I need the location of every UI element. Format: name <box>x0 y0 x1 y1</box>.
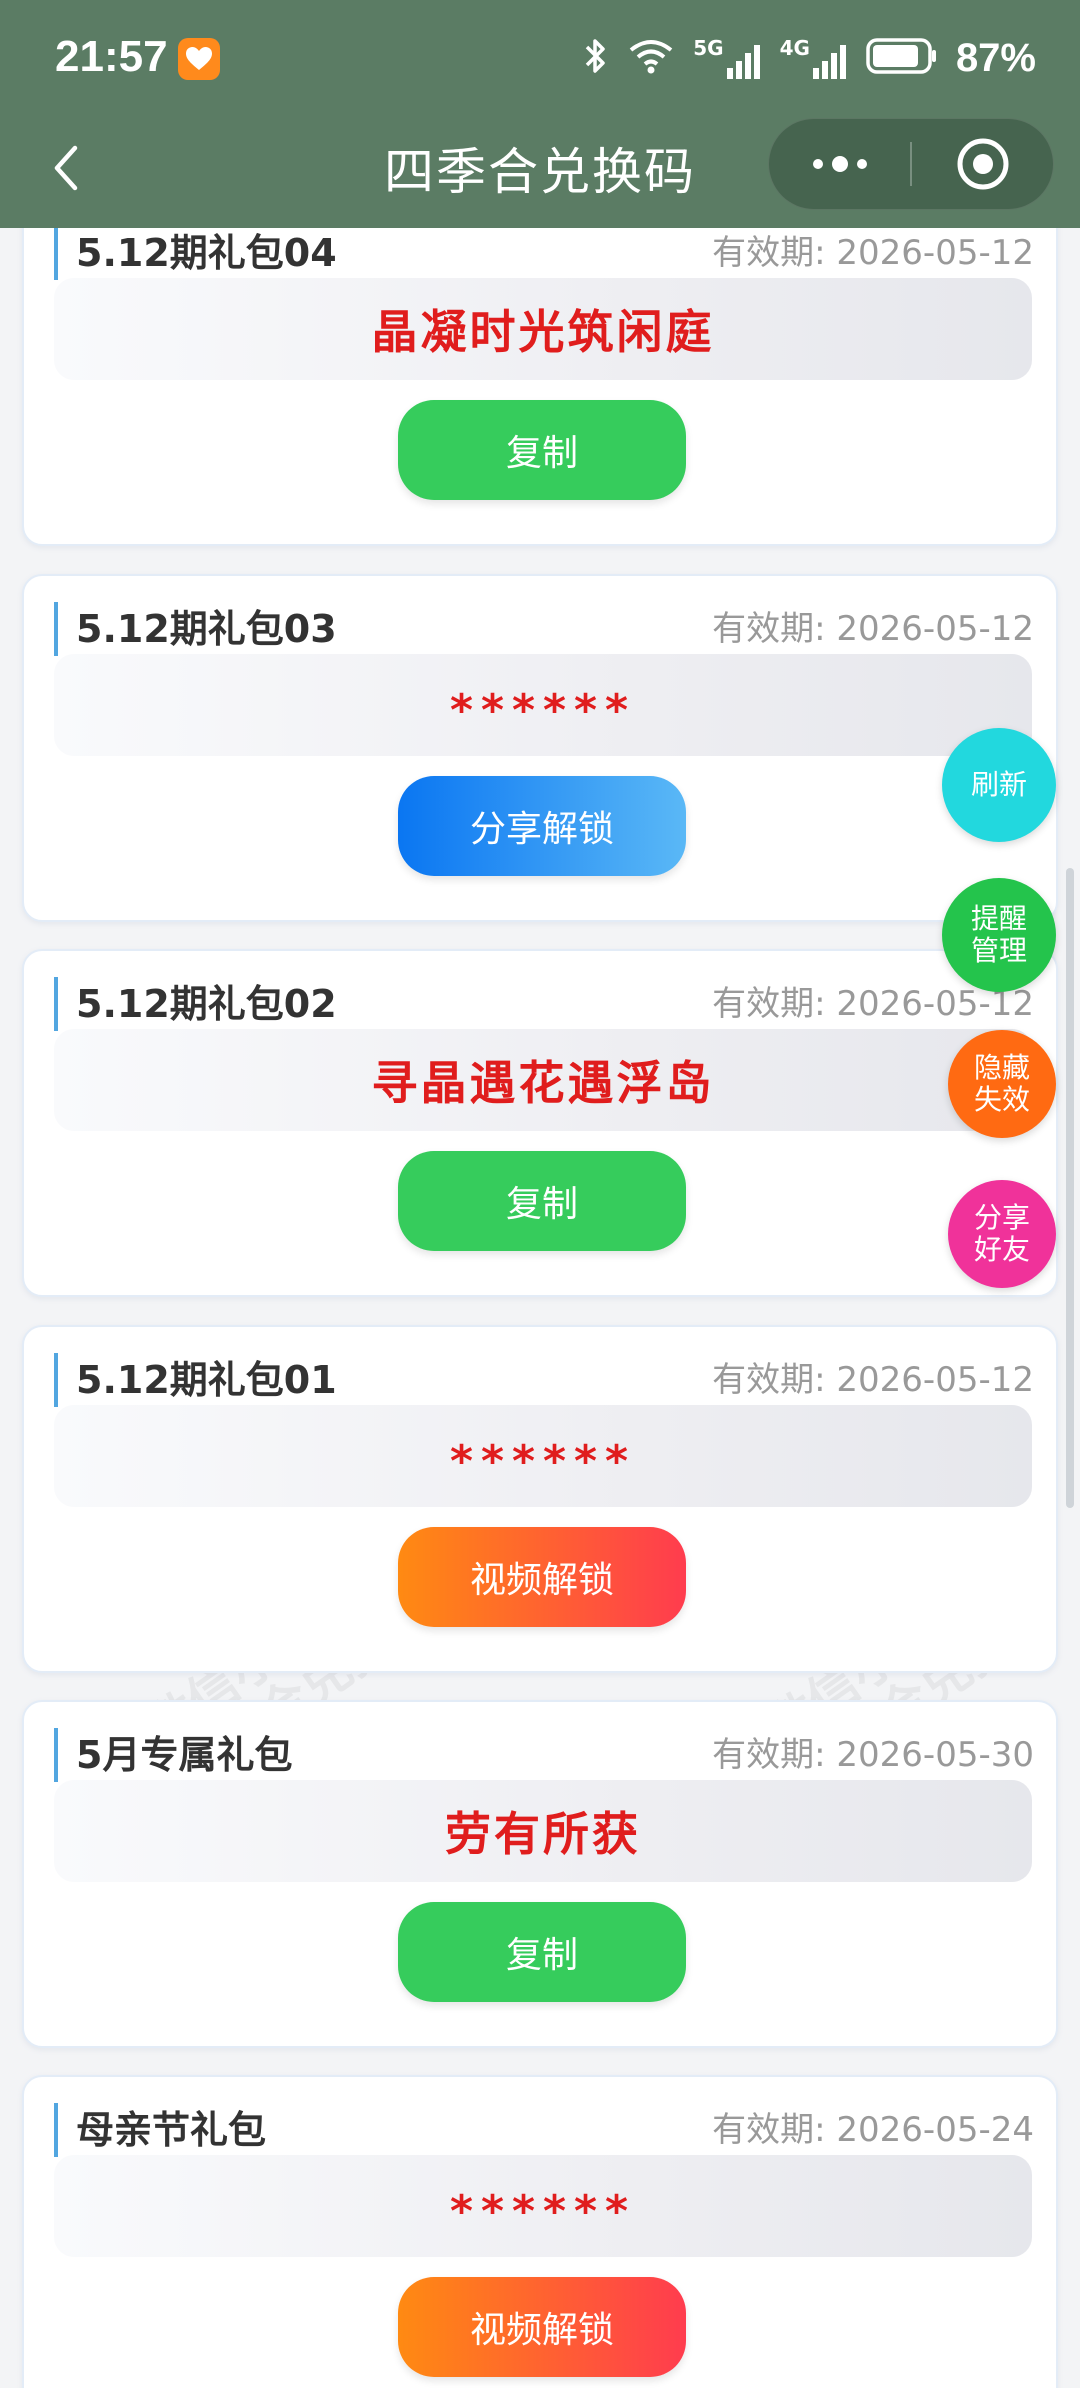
gift-card: 5.12期礼包02 有效期: 2026-05-12 寻晶遇花遇浮岛 复制 <box>22 949 1058 1297</box>
reminder-manage-label: 提醒 管理 <box>970 901 1027 967</box>
card-title: 5.12期礼包04 <box>54 228 337 280</box>
refresh-label: 刷新 <box>970 767 1027 801</box>
masked-code: ****** <box>449 684 637 736</box>
card-title: 5.12期礼包02 <box>54 977 337 1031</box>
wifi-icon <box>627 36 675 80</box>
bluetooth-icon <box>583 36 609 80</box>
network-4g-label: 4G <box>779 36 810 60</box>
scrollbar[interactable] <box>1066 868 1074 1508</box>
card-header: 5.12期礼包01 有效期: 2026-05-12 <box>54 1353 1034 1407</box>
hide-expired-button[interactable]: 隐藏 失效 <box>948 1030 1056 1138</box>
card-header: 5.12期礼包03 有效期: 2026-05-12 <box>54 602 1034 656</box>
card-expiry: 有效期: 2026-05-12 <box>712 1360 1034 1400</box>
redeem-code: 晶凝时光筑闲庭 <box>371 305 715 359</box>
header: 21:57 5G 4G 87% 四季合兑换码 <box>0 0 1080 228</box>
app-root: 21:57 5G 4G 87% 四季合兑换码 四季合兑换码 四季合兑换码 5.1… <box>0 0 1080 2388</box>
card-expiry: 有效期: 2026-05-24 <box>712 2110 1034 2150</box>
network-5g-label: 5G <box>693 36 724 60</box>
masked-code: ****** <box>449 1435 637 1487</box>
status-bar: 21:57 5G 4G 87% <box>0 0 1080 118</box>
card-expiry: 有效期: 2026-05-12 <box>712 609 1034 649</box>
card-title: 5.12期礼包03 <box>54 602 337 656</box>
battery-fill <box>872 45 918 67</box>
card-header: 5月专属礼包 有效期: 2026-05-30 <box>54 1728 1034 1782</box>
share-line2: 好友 <box>973 1233 1030 1266</box>
hide-line2: 失效 <box>973 1083 1030 1116</box>
hide-expired-label: 隐藏 失效 <box>973 1050 1030 1116</box>
video-unlock-button[interactable]: 视频解锁 <box>398 2277 686 2377</box>
nav-bar: 四季合兑换码 <box>0 118 1080 228</box>
share-friends-label: 分享 好友 <box>973 1200 1030 1266</box>
refresh-button[interactable]: 刷新 <box>942 728 1056 842</box>
reminder-line2: 管理 <box>970 934 1027 967</box>
miniprogram-capsule <box>768 118 1054 210</box>
code-box: 寻晶遇花遇浮岛 <box>54 1029 1032 1131</box>
card-header: 5.12期礼包04 有效期: 2026-05-12 <box>54 228 1034 280</box>
code-box: ****** <box>54 654 1032 756</box>
heart-app-icon <box>178 38 220 80</box>
signal-5g-icon: 5G <box>693 36 761 80</box>
target-circle-icon <box>957 138 1008 190</box>
share-friends-button[interactable]: 分享 好友 <box>948 1180 1056 1288</box>
code-box: 晶凝时光筑闲庭 <box>54 278 1032 380</box>
copy-button[interactable]: 复制 <box>398 1902 686 2002</box>
card-expiry: 有效期: 2026-05-30 <box>712 1735 1034 1775</box>
gift-card: 5.12期礼包01 有效期: 2026-05-12 ****** 视频解锁 <box>22 1325 1058 1673</box>
battery-percent: 87% <box>955 35 1036 80</box>
status-time: 21:57 <box>55 32 168 81</box>
redeem-code: 寻晶遇花遇浮岛 <box>371 1056 715 1110</box>
gift-code-list[interactable]: 微信小程序 四季合兑换码 微信小程序 四季合兑换码 微信小程序 四季合兑换码 微… <box>0 228 1080 2388</box>
redeem-code: 劳有所获 <box>445 1807 641 1861</box>
card-expiry: 有效期: 2026-05-12 <box>712 233 1034 273</box>
copy-button[interactable]: 复制 <box>398 400 686 500</box>
gift-card: 5.12期礼包04 有效期: 2026-05-12 晶凝时光筑闲庭 复制 <box>22 228 1058 546</box>
share-line1: 分享 <box>973 1200 1030 1234</box>
battery-icon <box>866 36 938 80</box>
more-dots-icon <box>812 156 867 172</box>
gift-card: 母亲节礼包 有效期: 2026-05-24 ****** 视频解锁 <box>22 2075 1058 2388</box>
card-header: 5.12期礼包02 有效期: 2026-05-12 <box>54 977 1034 1031</box>
hide-line1: 隐藏 <box>973 1050 1030 1084</box>
reminder-line1: 提醒 <box>970 901 1027 935</box>
code-box: 劳有所获 <box>54 1780 1032 1882</box>
card-title: 母亲节礼包 <box>54 2103 266 2157</box>
card-title: 5月专属礼包 <box>54 1728 292 1782</box>
more-button[interactable] <box>769 119 910 209</box>
reminder-manage-button[interactable]: 提醒 管理 <box>942 878 1056 992</box>
code-box: ****** <box>54 2155 1032 2257</box>
close-miniprogram-button[interactable] <box>912 119 1053 209</box>
card-title: 5.12期礼包01 <box>54 1353 337 1407</box>
share-unlock-button[interactable]: 分享解锁 <box>398 776 686 876</box>
gift-card: 5.12期礼包03 有效期: 2026-05-12 ****** 分享解锁 <box>22 574 1058 922</box>
status-icons: 5G 4G 87% <box>583 34 1036 82</box>
video-unlock-button[interactable]: 视频解锁 <box>398 1527 686 1627</box>
masked-code: ****** <box>449 2185 637 2237</box>
copy-button[interactable]: 复制 <box>398 1151 686 1251</box>
gift-card: 5月专属礼包 有效期: 2026-05-30 劳有所获 复制 <box>22 1700 1058 2048</box>
code-box: ****** <box>54 1405 1032 1507</box>
signal-4g-icon: 4G <box>780 36 848 80</box>
card-header: 母亲节礼包 有效期: 2026-05-24 <box>54 2103 1034 2157</box>
